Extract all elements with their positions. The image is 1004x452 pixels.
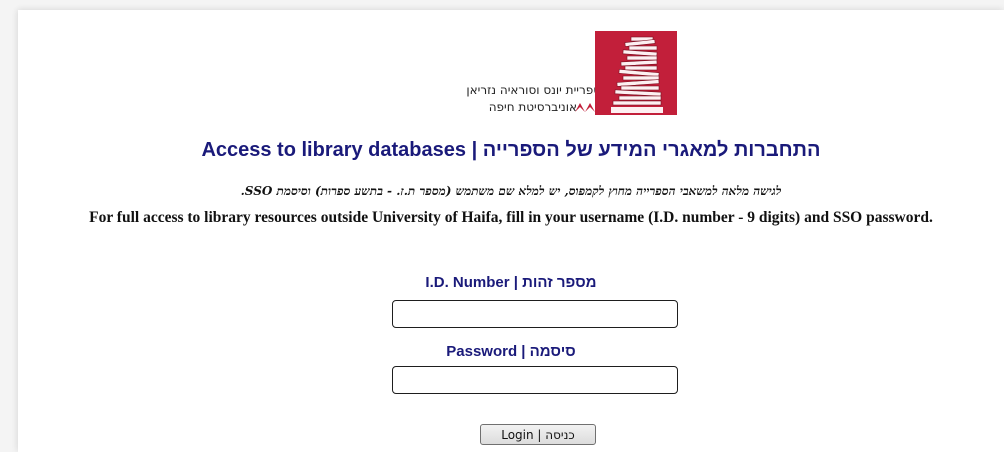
university-name: אוניברסיטת חיפה bbox=[488, 100, 577, 114]
password-input[interactable] bbox=[392, 366, 678, 394]
id-number-input[interactable] bbox=[392, 300, 678, 328]
hebrew-instructions: לגישה מלאה למשאבי הספרייה מחוץ לקמפוס, י… bbox=[240, 184, 782, 198]
id-number-label: I.D. Number | מספר זהות bbox=[425, 274, 597, 291]
library-logo: ספריית יונס וסוראיה נזריאן אוניברסיטת חי… bbox=[407, 31, 677, 121]
english-instructions: For full access to library resources out… bbox=[89, 209, 933, 226]
password-label: Password | סיסמה bbox=[446, 343, 576, 360]
book-stack-logo-icon bbox=[595, 31, 677, 115]
library-name: ספריית יונס וסוראיה נזריאן bbox=[466, 83, 601, 97]
login-page: ספריית יונס וסוראיה נזריאן אוניברסיטת חי… bbox=[18, 10, 1004, 452]
login-button[interactable]: Login | כניסה bbox=[480, 424, 596, 445]
page-title: Access to library databases | התחברות למ… bbox=[201, 139, 821, 161]
